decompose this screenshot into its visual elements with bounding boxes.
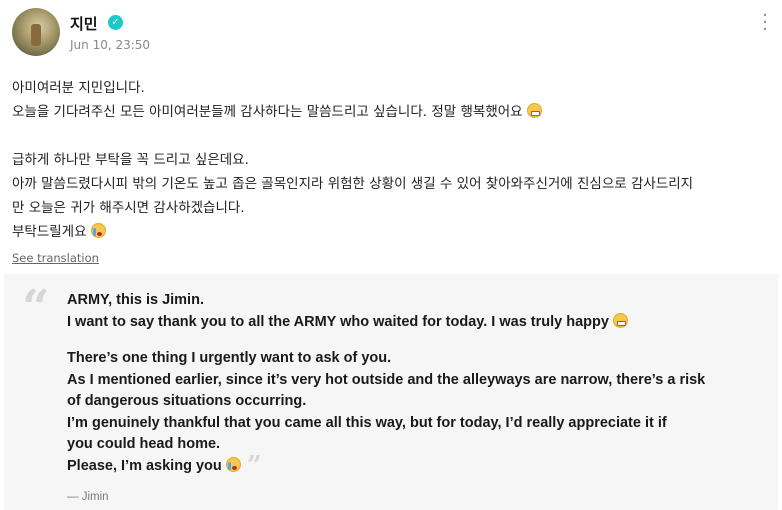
post-line: 아까 말씀드렸다시피 밖의 기온도 높고 좁은 골목인지라 위험한 상황이 생길… <box>12 176 694 192</box>
crying-emoji-icon <box>225 456 241 472</box>
translation-body: ARMY, this is Jimin. I want to say thank… <box>67 290 773 481</box>
post-header: 지민 ✓ Jun 10, 23:50 · · · <box>12 7 772 60</box>
post-body: 아미여러분 지민입니다. 오늘을 기다려주신 모든 아미여러분들께 감사하다는 … <box>12 76 772 244</box>
post-line: 오늘을 기다려주신 모든 아미여러분들께 감사하다는 말씀드리고 싶습니다. 정… <box>12 100 772 124</box>
post-line: 급하게 하나만 부탁을 꼭 드리고 싶은데요. <box>12 152 249 168</box>
post-timestamp: Jun 10, 23:50 <box>70 38 151 52</box>
post-line: 만 오늘은 귀가 해주시면 감사하겠습니다. <box>12 200 245 216</box>
translation-line: As I mentioned earlier, since it’s very … <box>67 371 706 388</box>
translation-line: ARMY, this is Jimin. <box>67 292 204 308</box>
avatar[interactable] <box>12 8 60 56</box>
translation-line: Please, I’m asking you” <box>67 450 262 481</box>
post-line: 아미여러분 지민입니다. <box>12 80 145 96</box>
translation-line: I want to say thank you to all the ARMY … <box>67 312 773 334</box>
verified-badge-icon: ✓ <box>108 15 123 30</box>
translation-signature: — Jimin <box>67 491 109 503</box>
more-options-icon[interactable]: · · · <box>758 7 772 39</box>
translation-line: you could head home. <box>67 436 221 452</box>
translation-line: I’m genuinely thankful that you came all… <box>67 414 667 431</box>
translation-line: There’s one thing I urgently want to ask… <box>67 350 392 366</box>
post-line: 부탁드릴게요 <box>12 220 772 244</box>
open-quote-icon: “ <box>22 280 50 336</box>
close-quote-icon: ” <box>246 450 262 481</box>
translation-line: of dangerous situations occurring. <box>67 393 307 409</box>
grinning-emoji-icon <box>612 312 628 328</box>
grinning-emoji-icon <box>526 103 542 118</box>
crying-emoji-icon <box>90 223 106 238</box>
author-name[interactable]: 지민 <box>70 13 98 34</box>
see-translation-link[interactable]: See translation <box>12 251 99 265</box>
